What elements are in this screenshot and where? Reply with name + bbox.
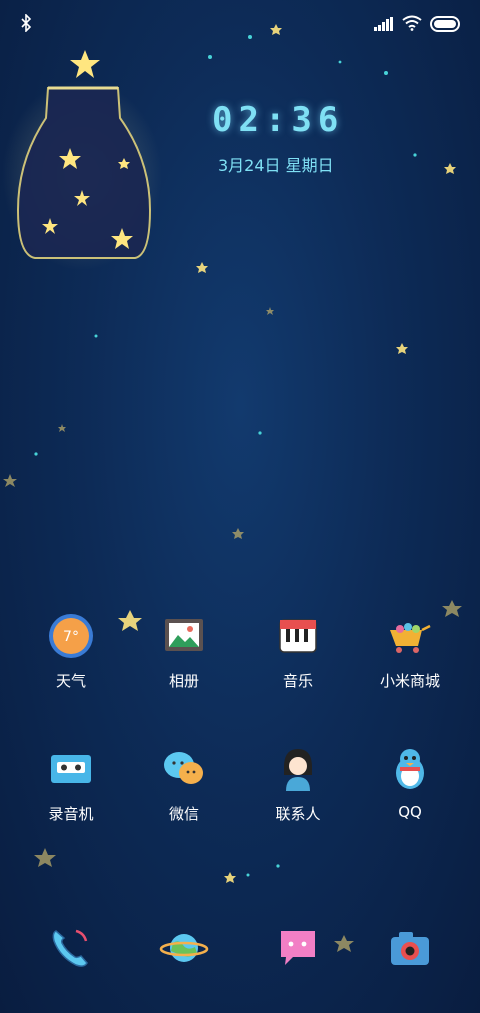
app-mall[interactable]: 小米商城 (355, 612, 465, 691)
contacts-icon (284, 749, 312, 791)
wechat-icon (164, 752, 203, 784)
gallery-icon (165, 619, 203, 651)
bluetooth-icon (21, 14, 32, 32)
app-label: 微信 (168, 805, 199, 823)
camera-icon (391, 932, 429, 965)
star-jar (2, 80, 162, 270)
mall-icon (390, 623, 431, 653)
dock-phone[interactable] (16, 923, 126, 973)
app-music[interactable]: 音乐 (243, 612, 353, 691)
wifi-icon (402, 15, 422, 31)
app-label: 相册 (168, 672, 199, 690)
app-gallery[interactable]: 相册 (129, 612, 239, 691)
app-label: 音乐 (282, 672, 313, 690)
battery-icon (430, 16, 460, 32)
app-label: 联系人 (275, 805, 321, 823)
status-bar (0, 0, 480, 52)
app-label: 录音机 (48, 805, 94, 823)
phone-icon (52, 929, 88, 967)
clock-date: 3月24日 星期日 (218, 156, 334, 175)
dock-browser[interactable] (129, 923, 239, 973)
app-label: QQ (398, 803, 422, 821)
app-recorder[interactable]: 录音机 (16, 745, 126, 824)
browser-icon (159, 934, 209, 962)
messages-icon (281, 931, 315, 965)
app-wechat[interactable]: 微信 (129, 745, 239, 824)
clock-time: 02:36 (212, 100, 345, 140)
app-label: 天气 (55, 672, 86, 690)
signal-icon (374, 17, 393, 31)
dock-camera[interactable] (355, 923, 465, 973)
weather-icon: 7° (49, 614, 93, 658)
music-icon (279, 619, 317, 653)
app-weather[interactable]: 7° 天气 (16, 612, 126, 691)
svg-text:7°: 7° (63, 629, 79, 645)
app-label: 小米商城 (379, 672, 440, 690)
qq-icon (396, 749, 424, 789)
recorder-icon (51, 755, 91, 783)
app-contacts[interactable]: 联系人 (243, 745, 353, 824)
app-qq[interactable]: QQ (355, 745, 465, 821)
dock-messages[interactable] (243, 923, 353, 973)
